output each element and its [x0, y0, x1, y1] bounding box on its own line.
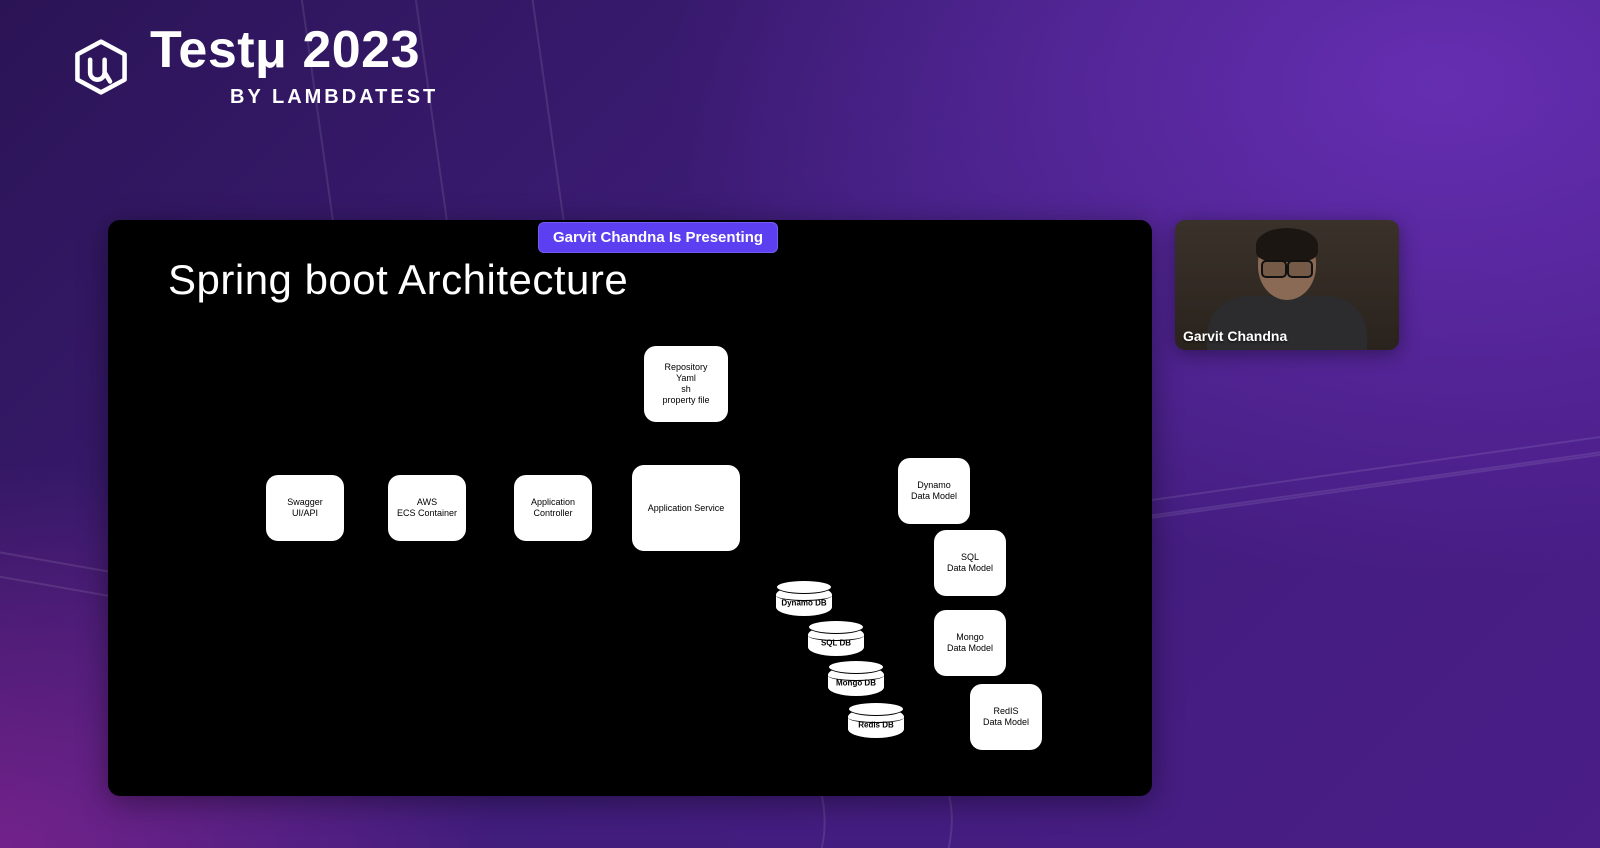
db-mongo: Mongo DB	[828, 666, 884, 696]
node-sql-data-model: SQLData Model	[934, 530, 1006, 596]
db-redis: Redis DB	[848, 708, 904, 738]
node-mongo-data-model: MongoData Model	[934, 610, 1006, 676]
event-header: Testμ 2023 BY LAMBDATEST	[72, 24, 438, 109]
db-dynamo: Dynamo DB	[776, 586, 832, 616]
slide-title: Spring boot Architecture	[168, 256, 628, 304]
event-subtitle: BY LAMBDATEST	[230, 86, 438, 109]
db-sql: SQL DB	[808, 626, 864, 656]
presentation-slide: Spring boot Architecture SwaggerUI/API A…	[108, 220, 1152, 796]
node-application-service: Application Service	[632, 465, 740, 551]
node-repository: RepositoryYamlshproperty file	[644, 346, 728, 422]
presenting-badge: Garvit Chandna Is Presenting	[538, 222, 778, 253]
node-application-controller: ApplicationController	[514, 475, 592, 541]
node-swagger: SwaggerUI/API	[266, 475, 344, 541]
event-title: Testμ 2023	[150, 24, 438, 76]
diagram-connectors	[108, 330, 408, 480]
presenter-name-label: Garvit Chandna	[1183, 328, 1287, 344]
node-redis-data-model: RedISData Model	[970, 684, 1042, 750]
node-ecs-container: AWSECS Container	[388, 475, 466, 541]
presenter-webcam: Garvit Chandna	[1175, 220, 1399, 350]
architecture-diagram: SwaggerUI/API AWSECS Container Applicati…	[108, 330, 1152, 796]
node-dynamo-data-model: DynamoData Model	[898, 458, 970, 524]
testmu-logo-icon	[72, 38, 130, 96]
